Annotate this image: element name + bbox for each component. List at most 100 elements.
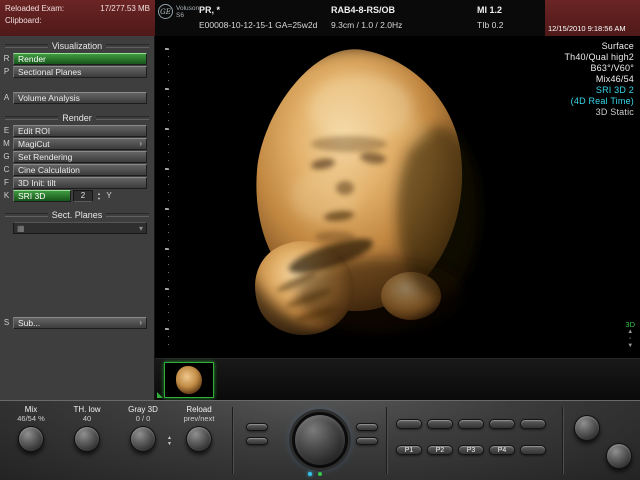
thumbnail-fetus-image xyxy=(176,366,202,394)
3d-init-tilt-button[interactable]: 3D Init: tilt xyxy=(13,177,147,189)
grid-icon: ▦ xyxy=(17,224,25,233)
function-button-4[interactable] xyxy=(489,419,515,429)
hotkey-g: G xyxy=(2,151,11,163)
depth-ruler xyxy=(165,48,169,348)
strip-corner-marker xyxy=(157,392,163,398)
sidebar-row-sub: S Sub... › xyxy=(2,317,147,329)
hotkey-r: R xyxy=(2,53,11,65)
orientation-3d-label: 3D xyxy=(625,320,635,329)
control-sidebar: Visualization R Render P Sectional Plane… xyxy=(0,36,155,400)
datetime-box: 12/15/2010 9:18:56 AM xyxy=(545,0,640,36)
display-nav-icons: 3D ▲ ▫ ▼ xyxy=(625,320,635,350)
hotkey-e: E xyxy=(2,125,11,137)
patient-id: PR, * xyxy=(199,3,317,18)
sectional-planes-button[interactable]: Sectional Planes xyxy=(13,66,147,78)
hotkey-f: F xyxy=(2,177,11,189)
mix-control-group: Mix 46/54 % xyxy=(4,405,58,452)
th-low-knob[interactable] xyxy=(74,426,100,452)
p4-button[interactable]: P4 xyxy=(489,445,515,455)
aux-button-left-2[interactable] xyxy=(246,437,268,445)
function-button-5[interactable] xyxy=(520,445,546,455)
sect-planes-dropdown[interactable]: ▦ ▾ xyxy=(13,222,147,234)
render-mode-button[interactable]: Render xyxy=(13,53,147,65)
render-annotations: Surface Th40/Qual high2 B63°/V60° Mix46/… xyxy=(564,41,634,118)
reload-knob[interactable] xyxy=(186,426,212,452)
datetime: 12/15/2010 9:18:56 AM xyxy=(548,24,638,33)
aux-button-right-2[interactable] xyxy=(356,437,378,445)
submenu-arrow-icon: › xyxy=(139,318,142,328)
reloaded-exam-label: Reloaded Exam: xyxy=(5,3,64,15)
mi-value: MI 1.2 xyxy=(477,3,503,18)
function-button-1[interactable] xyxy=(396,419,422,429)
3d-fetal-face-render xyxy=(213,44,493,359)
edit-roi-button[interactable]: Edit ROI xyxy=(13,125,147,137)
gray-3d-control-group: Gray 3D 0 / 0 ▲▼ xyxy=(116,405,170,452)
acquisition-params: 9.3cm / 1.0 / 2.0Hz xyxy=(331,18,402,33)
sub-menu-button[interactable]: Sub... › xyxy=(13,317,147,329)
frame-box-icon: ▫ xyxy=(625,336,635,343)
aux-button-left-1[interactable] xyxy=(246,423,268,431)
led-cyan xyxy=(308,472,312,476)
hotkey-k: K xyxy=(2,190,11,202)
p1-button[interactable]: P1 xyxy=(396,445,422,455)
annotation-sri: SRI 3D 2 xyxy=(564,85,634,96)
sri-level-value[interactable]: 2 xyxy=(73,190,93,202)
reload-control-group: Reload prev/next xyxy=(172,405,226,452)
sidebar-row-sectional-planes: P Sectional Planes xyxy=(2,66,147,78)
sidebar-row-3d-init: F 3D Init: tilt xyxy=(2,177,147,189)
sri-3d-button[interactable]: SRI 3D xyxy=(13,190,71,202)
p3-button[interactable]: P3 xyxy=(458,445,484,455)
brand-name: Voluson S6 xyxy=(176,5,199,19)
ultrasound-ui: Reloaded Exam: 17/277.53 MB Clipboard: G… xyxy=(0,0,640,480)
function-button-3[interactable] xyxy=(458,419,484,429)
section-title-sect-planes: Sect. Planes xyxy=(5,210,149,220)
led-green xyxy=(318,472,322,476)
magicut-button[interactable]: MagiCut › xyxy=(13,138,147,150)
hotkey-a: A xyxy=(2,92,11,104)
reloaded-exam-value: 17/277.53 MB xyxy=(100,3,150,15)
chevron-down-icon: ▾ xyxy=(139,224,143,233)
sidebar-row-sect-planes-select: ▦ ▾ xyxy=(2,222,147,234)
output-indices: MI 1.2 TIb 0.2 xyxy=(477,3,503,33)
th-low-value: 40 xyxy=(60,414,114,423)
hotkey-s: S xyxy=(2,317,11,329)
set-rendering-button[interactable]: Set Rendering xyxy=(13,151,147,163)
th-low-label: TH. low xyxy=(60,405,114,414)
section-title-visualization: Visualization xyxy=(5,41,149,51)
thumbnail-selected[interactable] xyxy=(164,362,214,398)
hotkey-blank xyxy=(2,222,11,234)
p2-button[interactable]: P2 xyxy=(427,445,453,455)
volume-analysis-button[interactable]: Volume Analysis xyxy=(13,92,147,104)
sidebar-row-edit-roi: E Edit ROI xyxy=(2,125,147,137)
trackball-leds xyxy=(308,472,322,476)
annotation-threshold: Th40/Qual high2 xyxy=(564,52,634,63)
clipboard-thumbnail-strip xyxy=(155,358,640,400)
panel-divider xyxy=(386,407,388,474)
function-button-2[interactable] xyxy=(427,419,453,429)
rec-button[interactable] xyxy=(520,419,546,429)
gray-3d-value: 0 / 0 xyxy=(116,414,170,423)
sri-level-stepper[interactable]: ▲▼ xyxy=(95,190,103,202)
trackball[interactable] xyxy=(292,412,348,468)
cine-calculation-button[interactable]: Cine Calculation xyxy=(13,164,147,176)
probe-name: RAB4-8-RS/OB xyxy=(331,3,402,18)
annotation-angles: B63°/V60° xyxy=(564,63,634,74)
right-knob-1[interactable] xyxy=(574,415,600,441)
scroll-up-icon[interactable]: ▲ xyxy=(625,329,635,336)
ge-logo-icon: GE xyxy=(158,4,173,19)
mix-value: 46/54 % xyxy=(4,414,58,423)
sidebar-row-volume-analysis: A Volume Analysis xyxy=(2,92,147,104)
right-knob-2[interactable] xyxy=(606,443,632,469)
stepper-down-icon[interactable]: ▼ xyxy=(95,196,103,201)
sidebar-row-cine-calculation: C Cine Calculation xyxy=(2,164,147,176)
hotkey-m: M xyxy=(2,138,11,150)
reload-label: Reload xyxy=(172,405,226,414)
aux-button-right-1[interactable] xyxy=(356,423,378,431)
submenu-arrow-icon: › xyxy=(139,139,142,149)
scroll-down-icon[interactable]: ▼ xyxy=(625,343,635,350)
tib-value: TIb 0.2 xyxy=(477,18,503,33)
gray-3d-knob[interactable] xyxy=(130,426,156,452)
section-title-render: Render xyxy=(5,113,149,123)
annotation-3d-static: 3D Static xyxy=(564,107,634,118)
mix-knob[interactable] xyxy=(18,426,44,452)
